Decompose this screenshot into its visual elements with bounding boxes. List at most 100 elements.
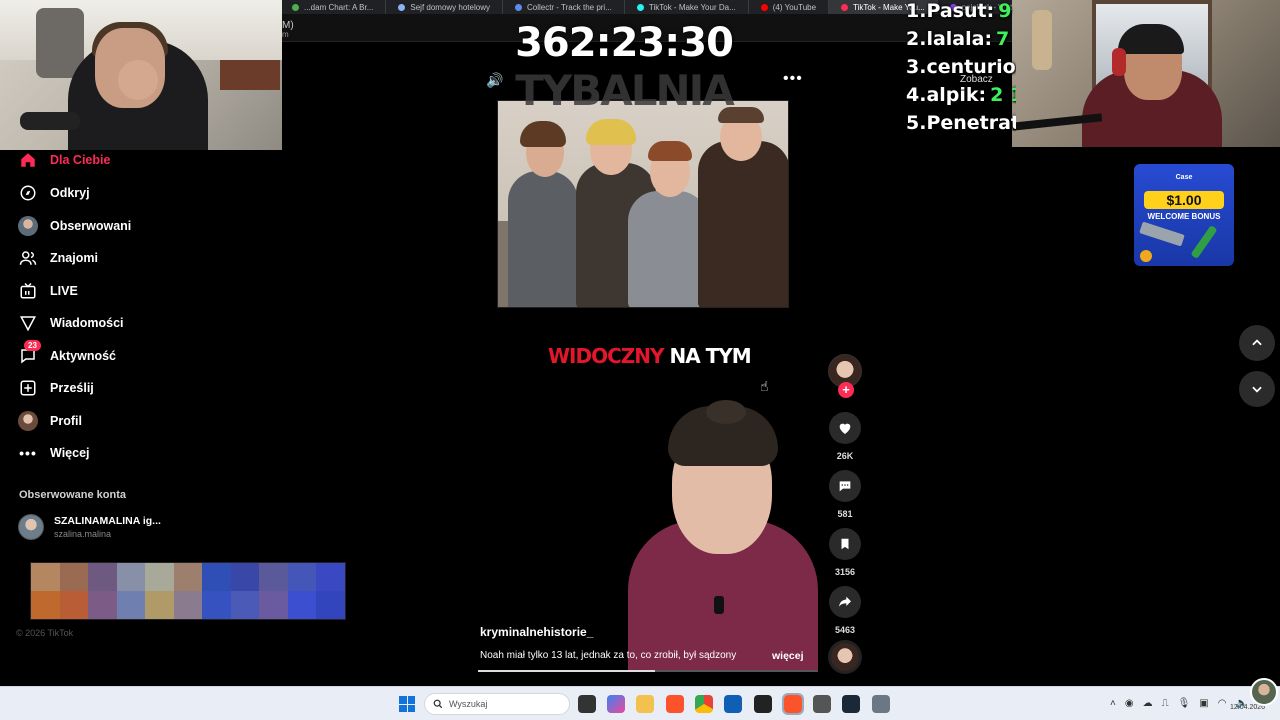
settings-gear-icon[interactable] <box>872 695 890 713</box>
hand-cursor-icon: ☝ <box>760 378 769 394</box>
tab-label: ...dam Chart: A Br... <box>304 2 374 12</box>
next-video-button[interactable] <box>1239 371 1275 407</box>
tray-mic-icon[interactable]: 🎙 <box>1178 698 1191 709</box>
calculator-icon[interactable] <box>813 695 831 713</box>
leaderboard-row: 1.Pasut: 9 <box>906 0 1016 28</box>
sidebar-item-label: LIVE <box>50 284 78 298</box>
tab-favicon-icon <box>760 3 768 11</box>
tab-favicon-icon <box>841 3 849 11</box>
browser-tab[interactable]: ...dam Chart: A Br... <box>280 0 387 14</box>
windows-taskbar: Wyszukaj ˄ ◉ ☁ ⎍ 🎙 ▣ ◠ 🔈 12.04.2026 <box>0 686 1280 720</box>
browser-tab[interactable]: TikTok - Make Your Da... <box>625 0 749 14</box>
leaderboard-name: 4.alpik: <box>906 84 987 106</box>
sidebar-item-avatar[interactable]: Obserwowani <box>18 214 131 238</box>
music-disc-avatar[interactable] <box>828 640 862 674</box>
share-button[interactable] <box>829 586 861 618</box>
promo-banner[interactable]: Case $1.00 WELCOME BONUS <box>1134 164 1234 266</box>
sidebar-item-home[interactable]: Dla Ciebie <box>18 148 110 172</box>
sidebar-item-send[interactable]: Wiadomości <box>18 311 124 335</box>
leaderboard-name: 5.Penetrat <box>906 112 1016 134</box>
compass-icon <box>18 183 38 203</box>
sidebar-item-inbox[interactable]: 23 Aktywność <box>18 340 116 368</box>
tiktok-sidebar: Obserwowane konta SZALINAMALINA ig... sz… <box>0 148 346 688</box>
webcam-right <box>1012 0 1280 147</box>
copilot-icon[interactable] <box>607 695 625 713</box>
sidebar-item-upload[interactable]: Prześlij <box>18 376 94 400</box>
following-section-title: Obserwowane konta <box>19 489 126 501</box>
live-icon <box>18 281 38 301</box>
system-tray: ˄ ◉ ☁ ⎍ 🎙 ▣ ◠ 🔈 <box>1110 698 1248 709</box>
coin-graphic <box>1140 250 1152 262</box>
tray-chevron-icon[interactable]: ˄ <box>1110 698 1116 709</box>
sidebar-item-profile-avatar[interactable]: Profil <box>18 409 82 433</box>
tray-wifi-icon[interactable]: ◠ <box>1218 698 1227 709</box>
save-button[interactable] <box>829 528 861 560</box>
tray-network-icon[interactable]: ☁ <box>1143 698 1153 709</box>
copyright-text: © 2026 TikTok <box>16 628 74 638</box>
sidebar-item-label: Dla Ciebie <box>50 153 111 167</box>
brave-active-icon[interactable] <box>782 693 804 715</box>
user-avatar <box>1250 678 1278 706</box>
gun-graphic <box>1139 221 1185 247</box>
following-account[interactable]: SZALINAMALINA ig... szalina.malina <box>18 514 161 540</box>
like-button[interactable] <box>829 412 861 444</box>
tab-favicon-icon <box>514 3 522 11</box>
leaderboard-name: 2.lalala: <box>906 28 993 50</box>
taskbar-search[interactable]: Wyszukaj <box>424 693 570 715</box>
steam-icon[interactable] <box>842 695 860 713</box>
tray-display-icon[interactable]: ▣ <box>1199 698 1208 709</box>
tab-label: (4) YouTube <box>772 2 817 12</box>
webcam-left <box>0 0 282 150</box>
sidebar-item-label: Aktywność <box>50 349 116 363</box>
brave-browser-icon[interactable] <box>666 695 684 713</box>
start-button[interactable] <box>399 696 415 712</box>
like-count: 26K <box>836 451 854 461</box>
sidebar-item-label: Profil <box>50 414 82 428</box>
video-author[interactable]: kryminalnehistorie_ <box>480 625 593 639</box>
friends-icon <box>18 248 38 268</box>
avatar-icon <box>18 216 38 236</box>
leaderboard-score: 7 <box>996 28 1010 50</box>
browser-tab[interactable]: Sejf domowy hotelowy <box>386 0 503 14</box>
tab-favicon-icon <box>636 3 644 11</box>
tab-label: TikTok - Make Your Da... <box>648 2 736 12</box>
store-icon[interactable] <box>724 695 742 713</box>
comment-icon <box>839 481 851 492</box>
follow-plus-icon[interactable]: + <box>838 382 854 398</box>
leaderboard-sub: Zobacz <box>960 74 993 85</box>
video-progress-bar[interactable] <box>478 670 818 672</box>
notification-badge: 23 <box>24 340 41 351</box>
sidebar-item-more[interactable]: ••• Więcej <box>18 441 89 465</box>
more-link[interactable]: więcej <box>772 650 804 662</box>
sidebar-item-friends[interactable]: Znajomi <box>18 246 98 270</box>
sidebar-item-label: Znajomi <box>50 251 98 265</box>
sidebar-item-compass[interactable]: Odkryj <box>18 181 90 205</box>
account-name: SZALINAMALINA ig... <box>54 515 161 527</box>
tab-label: Collectr - Track the pri... <box>526 2 612 12</box>
browser-tab[interactable]: Collectr - Track the pri... <box>503 0 625 14</box>
video-options-icon[interactable]: ••• <box>783 70 803 88</box>
leaderboard-row: 2.lalala: 7 <box>906 28 1016 56</box>
file-explorer-icon[interactable] <box>636 695 654 713</box>
previous-video-button[interactable] <box>1239 325 1275 361</box>
obs-icon[interactable] <box>754 695 772 713</box>
account-avatar <box>18 514 44 540</box>
tray-app-icon[interactable]: ◉ <box>1125 698 1134 709</box>
chrome-icon[interactable] <box>695 695 713 713</box>
browser-tab[interactable]: (4) YouTube <box>749 0 830 14</box>
tab-favicon-icon <box>292 3 299 11</box>
video-progress-fill <box>478 670 655 672</box>
chevron-down-icon <box>1252 386 1262 393</box>
search-icon <box>433 699 443 709</box>
caption-red-text: WIDOCZNY <box>548 344 665 368</box>
sidebar-item-label: Odkryj <box>50 186 90 200</box>
tray-usb-icon[interactable]: ⎍ <box>1162 698 1169 709</box>
sidebar-item-live[interactable]: LIVE <box>18 279 78 303</box>
save-count: 3156 <box>834 567 856 577</box>
comment-count: 581 <box>837 509 853 519</box>
task-view-icon[interactable] <box>578 695 596 713</box>
comment-button[interactable] <box>829 470 861 502</box>
profile-avatar-icon <box>18 411 38 431</box>
blurred-region <box>30 562 346 620</box>
upload-icon <box>18 378 38 398</box>
